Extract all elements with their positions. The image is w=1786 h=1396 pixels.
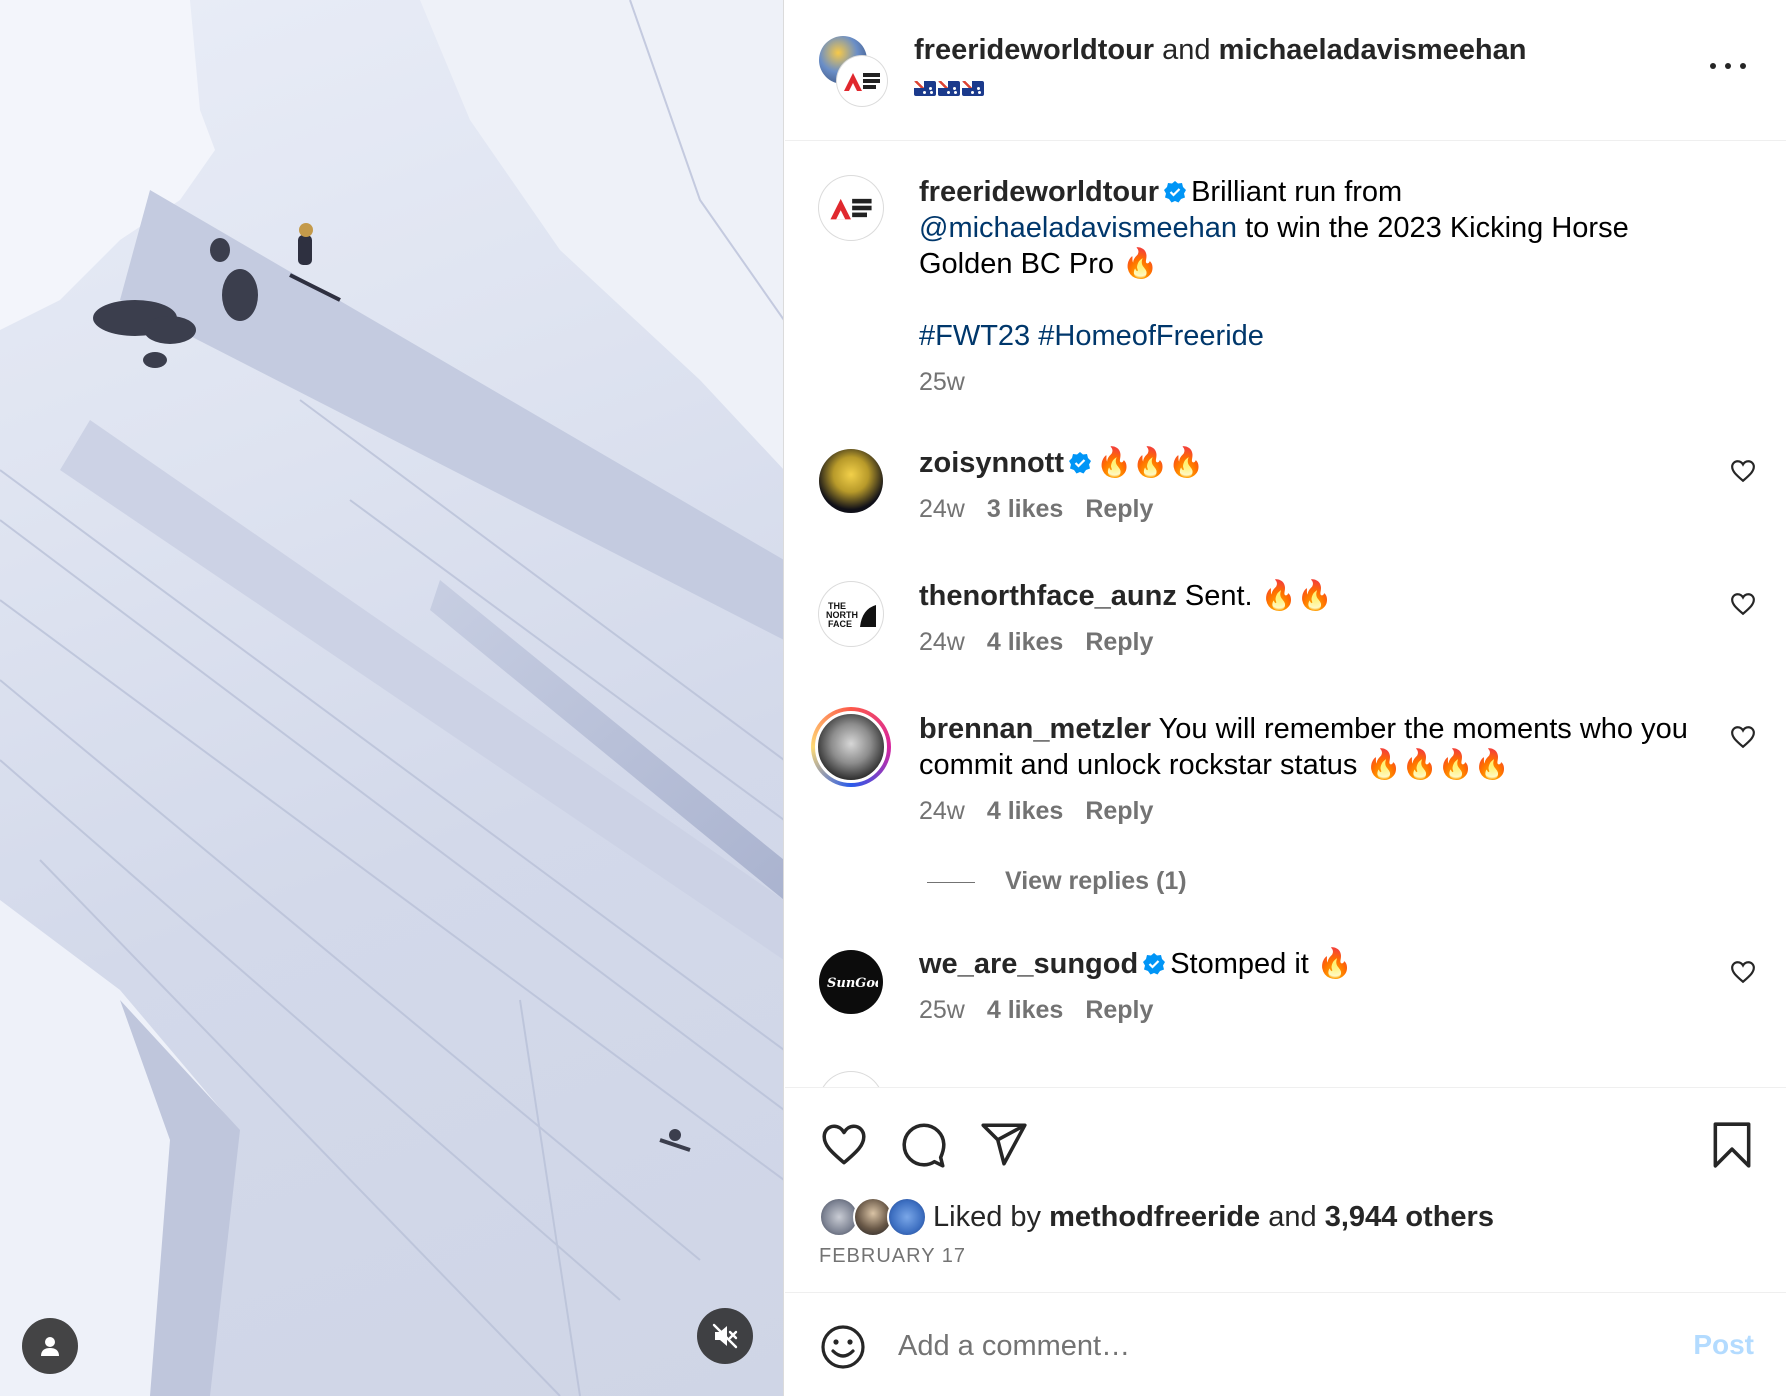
comment-text: Stomped it 🔥 [1170, 948, 1353, 980]
avatar[interactable] [837, 56, 887, 106]
comment-body: zoisynnott 🔥🔥🔥 24w 3 likes Reply [919, 445, 1699, 527]
post-date[interactable]: FEBRUARY 17 [819, 1245, 966, 1268]
avatar[interactable] [819, 449, 883, 513]
location-flags [914, 79, 986, 102]
emoji-smiley-icon[interactable] [819, 1323, 867, 1371]
reply-button[interactable]: Reply [1085, 996, 1153, 1024]
avatar[interactable]: THE NORTH FACE [819, 582, 883, 646]
caption-username[interactable]: freerideworldtour [919, 176, 1159, 208]
and-text: and [1162, 34, 1211, 66]
others-count[interactable]: 3,944 others [1325, 1201, 1494, 1234]
fwt-logo [830, 198, 872, 220]
liked-by-prefix: Liked by [933, 1200, 1042, 1233]
like-heart-icon[interactable] [819, 1120, 869, 1170]
like-comment-heart-icon[interactable] [1730, 960, 1756, 984]
comments-scroll-area[interactable]: freerideworldtour Brilliant run from @mic… [785, 142, 1786, 1087]
dot [1710, 63, 1716, 69]
caption-text: Brilliant run from [1191, 176, 1403, 208]
australia-flag-icon [914, 81, 936, 96]
comment-body: brennan_metzler You will remember the mo… [919, 711, 1699, 829]
verified-badge-icon [1143, 953, 1166, 975]
like-comment-heart-icon[interactable] [1730, 459, 1756, 483]
verified-badge-icon [1069, 452, 1091, 474]
comment-text: 🔥🔥🔥 [1096, 447, 1205, 479]
comment-text: Sent. 🔥🔥 [1184, 580, 1333, 612]
reply-button[interactable]: Reply [1085, 628, 1153, 656]
comment-meta: 25w 4 likes Reply [919, 992, 1699, 1028]
caption-meta: 25w [919, 364, 1699, 400]
speaker-muted-icon [712, 1323, 738, 1349]
avatar[interactable] [887, 1197, 927, 1237]
likes-count[interactable]: 4 likes [987, 628, 1063, 656]
divider-line [927, 881, 975, 883]
author-link[interactable]: michaeladavismeehan [1219, 34, 1527, 66]
comment-body: we_are_sungod Stomped it 🔥 25w 4 likes Repl… [919, 946, 1699, 1028]
comment-body: thenorthface_aunz Sent. 🔥🔥 24w 4 likes Rep… [919, 578, 1699, 660]
liker-username[interactable]: methodfreeride [1049, 1201, 1260, 1234]
more-options-button[interactable] [1710, 56, 1746, 76]
comment-input[interactable] [898, 1321, 1658, 1371]
comment-meta: 24w 3 likes Reply [919, 491, 1699, 527]
timestamp[interactable]: 24w [919, 797, 965, 825]
snow-slope-scene [0, 0, 783, 1396]
avatar [815, 711, 887, 783]
save-bookmark-icon[interactable] [1707, 1120, 1757, 1170]
comment-username[interactable]: zoisynnott [919, 447, 1064, 479]
likes-count[interactable]: 3 likes [987, 495, 1063, 523]
post-details-panel: freerideworldtour and michaeladavismeeha… [785, 0, 1786, 1396]
and-text: and [1268, 1200, 1317, 1233]
reply-button[interactable]: Reply [1085, 495, 1153, 523]
reply-button[interactable]: Reply [1085, 797, 1153, 825]
share-paper-plane-icon[interactable] [979, 1120, 1029, 1170]
svg-text:SunGod: SunGod [827, 976, 878, 991]
author-link[interactable]: freerideworldtour [914, 34, 1154, 66]
fwt-logo [844, 73, 880, 91]
like-comment-heart-icon[interactable] [1730, 592, 1756, 616]
tagged-users-button[interactable] [22, 1318, 78, 1374]
sungod-logo: SunGod [827, 976, 878, 991]
comment-meta: 24w 4 likes Reply [919, 624, 1699, 660]
australia-flag-icon [962, 81, 984, 96]
view-replies-button[interactable]: View replies (1) [927, 867, 1187, 896]
mention-link[interactable]: @michaeladavismeehan [919, 212, 1237, 244]
australia-flag-icon [938, 81, 960, 96]
liker-avatars [819, 1197, 929, 1237]
post-comment-button[interactable]: Post [1693, 1329, 1754, 1361]
hashtags-link[interactable]: #FWT23 #HomeofFreeride [919, 318, 1699, 354]
post-header: freerideworldtour and michaeladavismeeha… [785, 0, 1786, 141]
timestamp[interactable]: 24w [919, 495, 965, 523]
comment-bubble-icon[interactable] [899, 1120, 949, 1170]
likes-count[interactable]: 4 likes [987, 797, 1063, 825]
comment-username[interactable]: brennan_metzler [919, 713, 1151, 745]
caption-body: freerideworldtour Brilliant run from @mic… [919, 174, 1699, 400]
timestamp[interactable]: 25w [919, 368, 965, 396]
verified-badge-icon [1164, 181, 1187, 203]
the-north-face-logo: THE NORTH FACE [826, 601, 876, 629]
svg-text:FACE: FACE [828, 619, 852, 629]
collab-avatars[interactable] [819, 36, 889, 106]
post-actions: Liked by methodfreeride and 3,944 others… [785, 1087, 1786, 1292]
mute-button[interactable] [697, 1308, 753, 1364]
avatar-story-ring[interactable] [811, 707, 891, 787]
post-video[interactable] [0, 0, 784, 1396]
timestamp[interactable]: 24w [919, 628, 965, 656]
comment-username[interactable]: thenorthface_aunz [919, 580, 1177, 612]
view-replies-label: View replies (1) [1005, 867, 1187, 895]
likes-count[interactable]: 4 likes [987, 996, 1063, 1024]
avatar[interactable] [819, 176, 883, 240]
avatar[interactable]: SunGod [819, 950, 883, 1014]
post-authors: freerideworldtour and michaeladavismeeha… [914, 34, 1527, 67]
add-comment-bar: Post [785, 1292, 1786, 1396]
dot [1740, 63, 1746, 69]
comment-meta: 24w 4 likes Reply [919, 793, 1699, 829]
person-icon [41, 1337, 59, 1356]
like-comment-heart-icon[interactable] [1730, 725, 1756, 749]
likes-summary: Liked by methodfreeride and 3,944 others [819, 1195, 1494, 1239]
dot [1725, 63, 1731, 69]
avatar[interactable] [819, 1072, 883, 1087]
timestamp[interactable]: 25w [919, 996, 965, 1024]
comment-username[interactable]: we_are_sungod [919, 948, 1138, 980]
